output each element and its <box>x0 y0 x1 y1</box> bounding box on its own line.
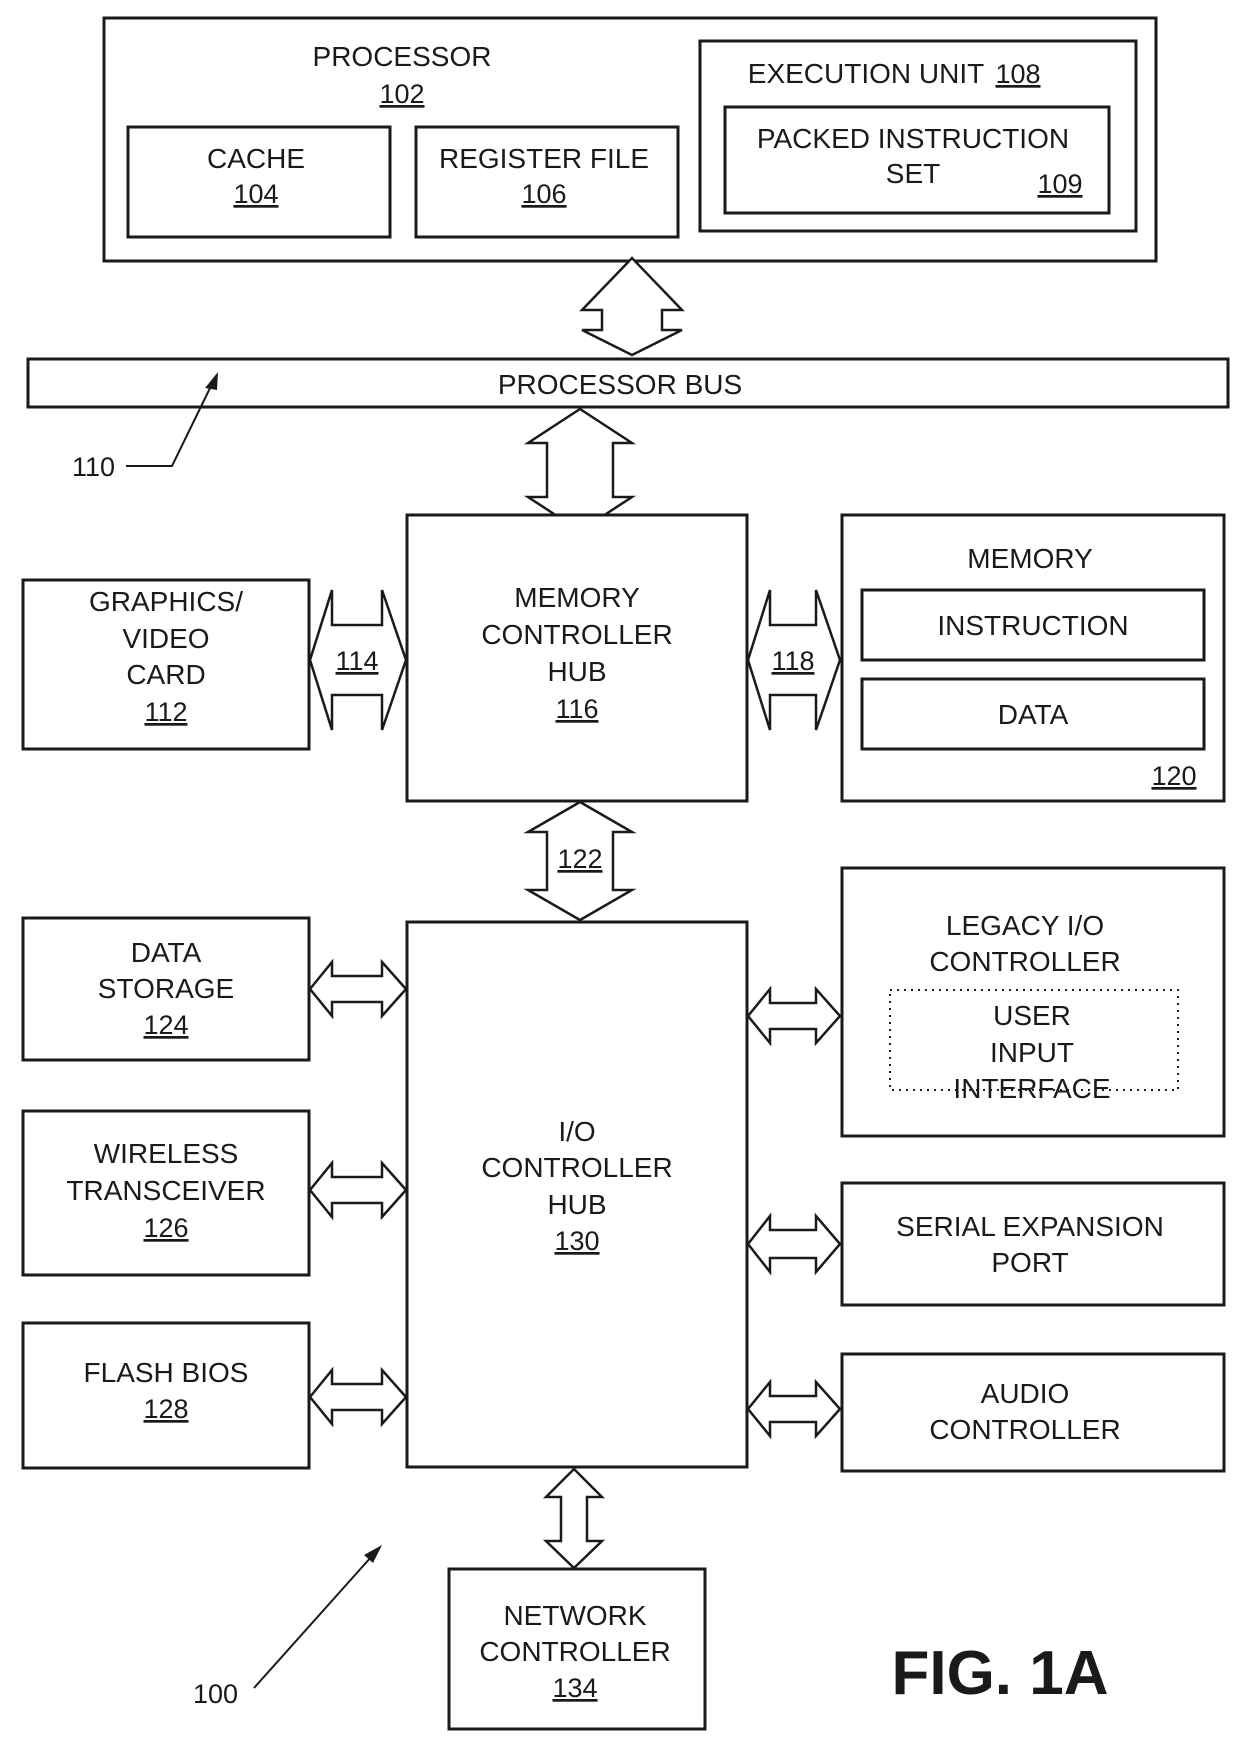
link-122: 122 <box>523 800 637 922</box>
network-line1: NETWORK <box>503 1600 646 1631</box>
serial-expansion-border <box>840 1181 1226 1307</box>
execution-unit-block: EXECUTION UNIT 108 PACKED INSTRUCTION SE… <box>698 39 1138 233</box>
network-controller-block: NETWORK CONTROLLER 134 <box>447 1567 707 1731</box>
processor-bus: PROCESSOR BUS <box>26 357 1230 409</box>
bus-mch-arrow <box>523 407 637 533</box>
processor-label: PROCESSOR <box>313 41 492 72</box>
memory-ref: 120 <box>1151 761 1196 791</box>
wireless-line1: WIRELESS <box>94 1138 239 1169</box>
user-input-line2: INPUT <box>990 1037 1074 1068</box>
ich-serial-expansion-arrow <box>746 1212 842 1276</box>
graphics-card-line3: CARD <box>126 659 205 690</box>
network-ref: 134 <box>552 1673 597 1703</box>
network-line2: CONTROLLER <box>479 1636 670 1667</box>
graphics-card-block: GRAPHICS/ VIDEO CARD 112 <box>21 578 311 751</box>
link-122-ref: 122 <box>557 844 602 874</box>
figure-title: FIG. 1A <box>891 1639 1108 1708</box>
link-118-ref: 118 <box>771 646 814 676</box>
graphics-card-ref: 112 <box>144 697 187 727</box>
packed-instruction-set-line1: PACKED INSTRUCTION <box>757 123 1069 154</box>
block-diagram: PROCESSOR 102 CACHE 104 REGISTER FILE 10… <box>21 16 1230 1731</box>
graphics-card-line2: VIDEO <box>122 623 209 654</box>
ich-legacy-io-arrow <box>746 985 842 1047</box>
flash-bios-ref: 128 <box>143 1394 188 1424</box>
system-ref-number: 100 <box>193 1679 238 1709</box>
mch-line2: CONTROLLER <box>481 619 672 650</box>
processor-block: PROCESSOR 102 CACHE 104 REGISTER FILE 10… <box>102 16 1158 263</box>
register-file-block: REGISTER FILE 106 <box>414 125 680 239</box>
ich-line2: CONTROLLER <box>481 1152 672 1183</box>
data-storage-line2: STORAGE <box>98 973 234 1004</box>
processor-ref: 102 <box>379 79 424 109</box>
system-leader-arrowhead-icon <box>364 1545 382 1563</box>
register-file-ref: 106 <box>521 179 566 209</box>
packed-instruction-set-block: PACKED INSTRUCTION SET 109 <box>723 105 1111 215</box>
serial-expansion-line1: SERIAL EXPANSION <box>896 1211 1164 1242</box>
memory-block: MEMORY INSTRUCTION DATA 120 <box>840 513 1226 803</box>
data-storage-block: DATA STORAGE 124 <box>21 916 311 1062</box>
graphics-card-line1: GRAPHICS/ <box>89 586 243 617</box>
flash-bios-line1: FLASH BIOS <box>84 1357 249 1388</box>
cache-label: CACHE <box>207 143 305 174</box>
data-storage-line1: DATA <box>131 937 202 968</box>
link-114-ref: 114 <box>335 646 378 676</box>
wireless-ref: 126 <box>143 1213 188 1243</box>
user-input-line1: USER <box>993 1000 1071 1031</box>
processor-bus-arrow <box>579 256 685 357</box>
mch-line3: HUB <box>547 656 606 687</box>
audio-line1: AUDIO <box>981 1378 1070 1409</box>
system-reference-callout: 100 <box>193 1545 382 1709</box>
execution-unit-ref: 108 <box>995 59 1040 89</box>
data-storage-ich-arrow <box>308 958 408 1020</box>
memory-data-label: DATA <box>998 699 1069 730</box>
register-file-label: REGISTER FILE <box>439 143 649 174</box>
memory-instruction-label: INSTRUCTION <box>937 610 1128 641</box>
io-controller-hub-block: I/O CONTROLLER HUB 130 <box>405 920 749 1469</box>
legacy-io-line1: LEGACY I/O <box>946 910 1104 941</box>
flash-bios-ich-arrow <box>308 1366 408 1428</box>
processor-bus-label: PROCESSOR BUS <box>498 369 742 400</box>
legacy-io-controller-block: LEGACY I/O CONTROLLER USER INPUT INTERFA… <box>840 866 1226 1138</box>
audio-controller-border <box>840 1352 1226 1473</box>
cache-ref: 104 <box>233 179 278 209</box>
link-118: 118 <box>746 589 842 731</box>
flash-bios-block: FLASH BIOS 128 <box>21 1321 311 1470</box>
link-114: 114 <box>308 589 408 731</box>
cache-block: CACHE 104 <box>126 125 392 239</box>
ich-line3: HUB <box>547 1189 606 1220</box>
mch-ref: 116 <box>555 694 598 724</box>
ich-network-arrow <box>542 1467 606 1570</box>
system-leader-line <box>253 1555 373 1689</box>
ich-ref: 130 <box>554 1226 599 1256</box>
audio-controller-block: AUDIO CONTROLLER <box>840 1352 1226 1473</box>
audio-line2: CONTROLLER <box>929 1414 1120 1445</box>
serial-expansion-port-block: SERIAL EXPANSION PORT <box>840 1181 1226 1307</box>
memory-label: MEMORY <box>967 543 1093 574</box>
user-input-line3: INTERFACE <box>953 1073 1110 1104</box>
execution-unit-label: EXECUTION UNIT <box>748 58 984 89</box>
legacy-io-line2: CONTROLLER <box>929 946 1120 977</box>
data-storage-ref: 124 <box>143 1010 188 1040</box>
wireless-ich-arrow <box>308 1159 408 1221</box>
ich-audio-arrow <box>746 1378 842 1440</box>
ich-line1: I/O <box>558 1116 595 1147</box>
serial-expansion-line2: PORT <box>991 1247 1068 1278</box>
mch-line1: MEMORY <box>514 582 640 613</box>
bus-ref-number: 110 <box>72 452 115 482</box>
wireless-line2: TRANSCEIVER <box>66 1175 265 1206</box>
memory-controller-hub-block: MEMORY CONTROLLER HUB 116 <box>405 513 749 803</box>
wireless-transceiver-block: WIRELESS TRANSCEIVER 126 <box>21 1109 311 1277</box>
packed-instruction-set-line2: SET <box>886 158 940 189</box>
packed-instruction-set-ref: 109 <box>1037 169 1082 199</box>
